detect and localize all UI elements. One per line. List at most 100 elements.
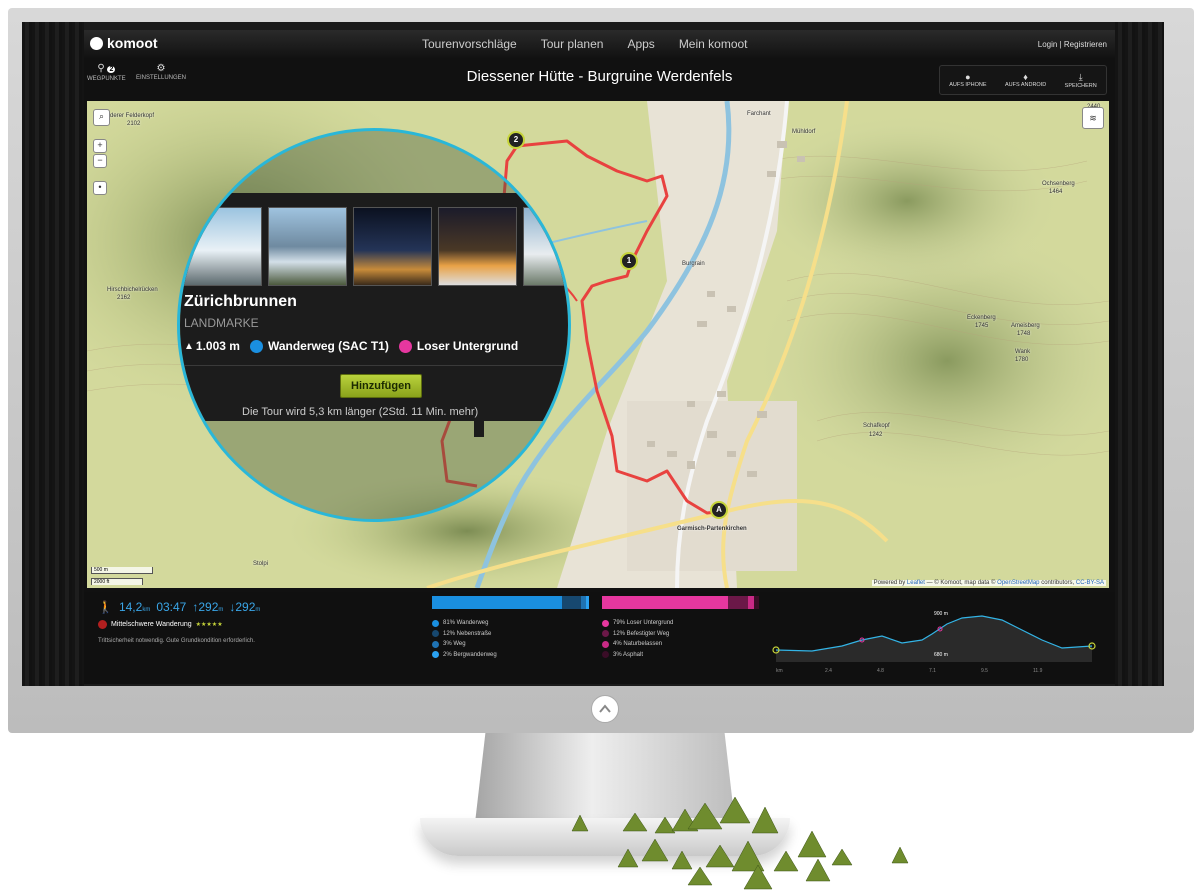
surface-dot: [398, 339, 412, 353]
login-register-link[interactable]: Login | Registrieren: [1038, 40, 1107, 49]
wood-background-left: [22, 22, 84, 686]
tour-difficulty: Mittelschwere Wanderung ★★★★★: [98, 620, 223, 629]
x-tick: km: [776, 668, 783, 674]
zoom-out-button[interactable]: −: [93, 154, 107, 168]
poi-elevation: 1.003 m: [195, 339, 240, 353]
poi-way-type: Wanderweg (SAC T1): [267, 339, 389, 353]
surface-bar-segment: [754, 596, 759, 609]
surface-legend-item: 79% Loser Untergrund: [602, 618, 673, 629]
x-tick: 2.4: [825, 668, 832, 674]
attribution-mid: — © Komoot, map data ©: [926, 580, 996, 586]
iphone-button[interactable]: ● AUFS IPHONE: [949, 72, 986, 88]
layers-icon: ≋: [1089, 113, 1097, 123]
x-tick: 11.9: [1033, 668, 1043, 674]
tour-duration: 03:47: [156, 600, 187, 614]
route-marker-start[interactable]: A: [710, 501, 728, 519]
place-label-hirschbichelruecken: Hirschbichelrücken: [107, 287, 158, 293]
poi-popup: Zürichbrunnen LANDMARKE ▲ 1.003 m Wander…: [180, 193, 568, 421]
add-waypoint-button[interactable]: Hinzufügen: [340, 374, 422, 398]
poi-surface: Loser Untergrund: [416, 339, 519, 353]
route-marker-1[interactable]: 1: [620, 252, 638, 270]
surface-legend-dot: [602, 651, 609, 659]
tour-distance: 14,2km: [119, 600, 150, 614]
descent-unit: m: [255, 607, 261, 613]
nav-link-apps[interactable]: Apps: [627, 37, 654, 51]
nav-link-tourenvorschlaege[interactable]: Tourenvorschläge: [422, 37, 517, 51]
surface-bar-segment: [602, 596, 729, 609]
route-marker-2[interactable]: 2: [507, 131, 525, 149]
surface-legend-dot: [602, 640, 609, 648]
surface-legend-item: 12% Befestigter Weg: [602, 629, 673, 640]
wood-background-right: [1115, 22, 1164, 686]
place-label-ameisberg: Ameisberg: [1011, 323, 1040, 329]
place-label-wank: Wank: [1015, 349, 1031, 355]
place-label-farchant: Farchant: [747, 111, 771, 117]
attribution-prefix: Powered by: [873, 580, 906, 586]
map-scale-metric: 500 m: [91, 567, 153, 574]
android-icon: ♦: [1023, 72, 1028, 82]
poi-photo[interactable]: [438, 207, 517, 286]
surface-legend-label: 4% Naturbelassen: [613, 641, 663, 647]
main-nav: Tourenvorschläge Tour planen Apps Mein k…: [422, 37, 748, 51]
locate-icon: •: [98, 182, 102, 192]
surface-legend-item: 4% Naturbelassen: [602, 639, 673, 650]
map-search-button[interactable]: ⌕: [93, 109, 110, 126]
way-type-legend: 81% Wanderweg 12% Nebenstraße 3% Weg 2% Ber…: [432, 618, 497, 660]
way-type-legend-item: 12% Nebenstraße: [432, 629, 497, 640]
minus-icon: −: [97, 155, 103, 165]
surface-legend-dot: [602, 619, 609, 627]
poi-photo[interactable]: [183, 207, 262, 286]
surface-legend: 79% Loser Untergrund 12% Befestigter Weg 4…: [602, 618, 673, 660]
place-label-ochsenberg: Ochsenberg: [1042, 181, 1075, 187]
difficulty-stars: ★★★★★: [195, 622, 223, 628]
place-label-eckenberg: Eckenberg: [967, 315, 996, 321]
place-elevation: 2102: [127, 121, 141, 127]
poi-type: LANDMARKE: [184, 316, 259, 330]
zoom-in-button[interactable]: +: [93, 139, 107, 153]
ascent-unit: m: [218, 607, 224, 613]
way-type-bar[interactable]: [432, 596, 592, 609]
komoot-logo[interactable]: komoot: [90, 35, 158, 51]
way-type-legend-item: 3% Weg: [432, 639, 497, 650]
komoot-logo-icon: [90, 36, 103, 50]
top-navigation: komoot Tourenvorschläge Tour planen Apps…: [84, 30, 1115, 59]
surface-bar[interactable]: [602, 596, 762, 609]
way-type-legend-label: 81% Wanderweg: [443, 620, 489, 626]
tour-summary-panel: 🚶 14,2km 03:47 ↑292m ↓292m Mittelschwere…: [84, 592, 1115, 684]
map-view[interactable]: Vorderer Felderkopf 2102 Hirschbichelrüc…: [87, 101, 1109, 588]
place-label-stolpi: Stolpi: [253, 561, 269, 567]
map-attribution: Powered by Leaflet — © Komoot, map data …: [871, 580, 1106, 586]
popup-divider: [180, 365, 568, 366]
surface-bar-segment: [728, 596, 748, 609]
place-elevation: 2162: [117, 295, 131, 301]
license-link[interactable]: CC-BY-SA: [1076, 580, 1104, 586]
locate-button[interactable]: •: [93, 181, 107, 195]
poi-photo[interactable]: [353, 207, 432, 286]
nav-link-mein-komoot[interactable]: Mein komoot: [679, 37, 748, 51]
surface-legend-item: 3% Asphalt: [602, 650, 673, 661]
surface-legend-label: 79% Loser Untergrund: [613, 620, 674, 626]
save-button[interactable]: ⤓ SPEICHERN: [1065, 72, 1097, 89]
poi-stats: ▲ 1.003 m Wanderweg (SAC T1) Loser Unter…: [184, 339, 518, 353]
decorative-trees: [571, 796, 909, 890]
monitor-logo-icon: [591, 695, 619, 723]
osm-link[interactable]: OpenStreetMap: [997, 580, 1039, 586]
surface-legend-label: 12% Befestigter Weg: [613, 630, 670, 637]
descent-value: ↓292: [229, 600, 256, 614]
android-label: AUFS ANDROID: [1004, 82, 1047, 88]
layers-button[interactable]: ≋: [1082, 107, 1104, 129]
way-type-legend-dot: [432, 640, 439, 648]
way-type-legend-label: 12% Nebenstraße: [443, 630, 492, 637]
android-button[interactable]: ♦ AUFS ANDROID: [1005, 72, 1046, 88]
place-label-schafkopf: Schafkopf: [863, 423, 890, 429]
tour-extension-info: Die Tour wird 5,3 km länger (2Std. 11 Mi…: [242, 406, 479, 418]
poi-photo[interactable]: [523, 207, 568, 286]
nav-link-tour-planen[interactable]: Tour planen: [541, 37, 604, 51]
leaflet-link[interactable]: Leaflet: [907, 580, 925, 586]
place-label-burgrain: Burgrain: [682, 261, 705, 267]
browser-screen: komoot Tourenvorschläge Tour planen Apps…: [84, 30, 1115, 684]
iphone-label: AUFS IPHONE: [949, 82, 987, 88]
way-type-bar-segment: [585, 596, 589, 609]
ascent-value: ↑292: [192, 600, 219, 614]
poi-photo[interactable]: [268, 207, 347, 286]
